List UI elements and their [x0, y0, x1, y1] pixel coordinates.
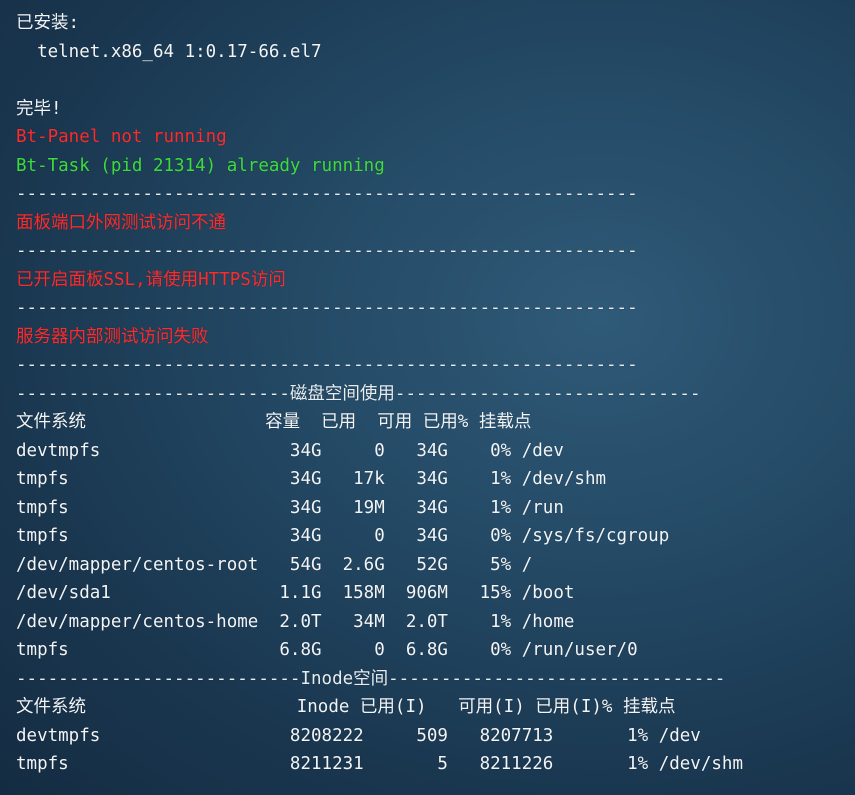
disk-table-row: /dev/mapper/centos-home 2.0T 34M 2.0T 1%…: [16, 611, 575, 632]
terminal-line-telnet-package: telnet.x86_64 1:0.17-66.el7: [16, 41, 322, 62]
terminal-line-inode-header: ---------------------------Inode空间------…: [16, 668, 726, 689]
inode-table-header: 文件系统 Inode 已用(I) 可用(I) 已用(I)% 挂载点: [16, 697, 676, 717]
terminal-line-bt-panel-status: Bt-Panel not running: [16, 127, 227, 147]
terminal-line-complete: 完毕!: [16, 98, 62, 119]
terminal-line-disk-usage-header: --------------------------磁盘空间使用--------…: [16, 383, 701, 404]
terminal-line-separator: ----------------------------------------…: [16, 241, 638, 261]
terminal-line-ssl-enabled: 已开启面板SSL,请使用HTTPS访问: [16, 269, 286, 290]
terminal-line-internal-test-fail: 服务器内部测试访问失败: [16, 326, 209, 347]
terminal-line-separator: ----------------------------------------…: [16, 298, 638, 318]
terminal-line-separator: ----------------------------------------…: [16, 184, 638, 204]
disk-table-row: tmpfs 34G 0 34G 0% /sys/fs/cgroup: [16, 526, 670, 546]
inode-table-row: tmpfs 8211231 5 8211226 1% /dev/shm: [16, 754, 743, 774]
disk-table-row: tmpfs 34G 19M 34G 1% /run: [16, 497, 564, 518]
inode-table-row: devtmpfs 8208222 509 8207713 1% /dev: [16, 725, 701, 746]
disk-table-row: tmpfs 6.8G 0 6.8G 0% /run/user/0: [16, 640, 638, 660]
disk-table-header: 文件系统 容量 已用 可用 已用% 挂载点: [16, 412, 532, 432]
disk-table-row: /dev/mapper/centos-root 54G 2.6G 52G 5% …: [16, 554, 533, 575]
terminal-window[interactable]: 已安装: telnet.x86_64 1:0.17-66.el7 完毕! Bt-…: [0, 0, 855, 795]
disk-table-row: /dev/sda1 1.1G 158M 906M 15% /boot: [16, 583, 575, 603]
terminal-line-installed-header: 已安装:: [16, 13, 80, 33]
disk-table-row: tmpfs 34G 17k 34G 1% /dev/shm: [16, 469, 607, 489]
terminal-line-separator: ----------------------------------------…: [16, 355, 638, 375]
terminal-line-bt-task-status: Bt-Task (pid 21314) already running: [16, 155, 385, 176]
terminal-line-external-test-fail: 面板端口外网测试访问不通: [16, 212, 226, 233]
disk-table-row: devtmpfs 34G 0 34G 0% /dev: [16, 440, 564, 461]
